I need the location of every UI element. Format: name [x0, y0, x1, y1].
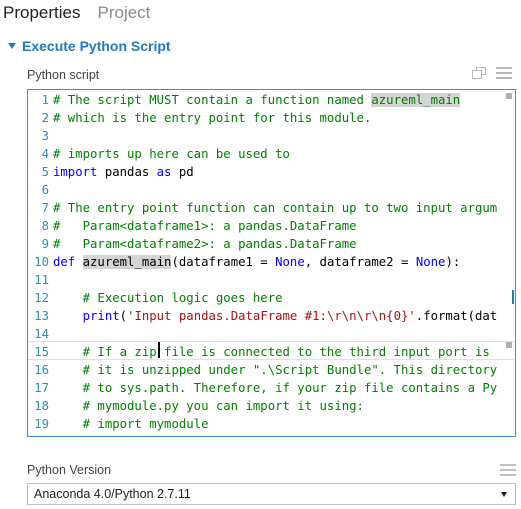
code-token: (dataframe1 = [171, 255, 276, 269]
code-token: None [415, 255, 446, 269]
hamburger-menu-icon[interactable] [500, 464, 516, 476]
code-line: 9 # Param<dataframe2>: a pandas.DataFrame [28, 235, 357, 253]
popout-icon[interactable] [472, 67, 486, 79]
code-token: ): [445, 255, 461, 269]
line-number: 16 [34, 363, 49, 377]
code-token: # it is unzipped under ".\Script Bundle"… [53, 363, 498, 377]
code-token: .format(dat [415, 309, 498, 323]
line-number: 18 [34, 399, 49, 413]
line-number: 14 [34, 327, 49, 341]
line-number: 13 [34, 309, 49, 323]
code-token: # mymodule.py you can import it using: [53, 399, 364, 413]
python-script-label: Python script [27, 68, 100, 82]
code-token: as [156, 165, 172, 179]
code-token: # Execution logic goes here [53, 291, 283, 305]
code-line: 19 # import mymodule [28, 415, 208, 433]
code-line: 14 [28, 325, 53, 343]
code-line: 7 # The entry point function can contain … [28, 199, 498, 217]
section-title: Execute Python Script [22, 38, 171, 54]
code-token: # If a zip file is connected to the thir… [53, 345, 490, 359]
line-number: 9 [41, 237, 49, 251]
code-token: , dataframe2 = [304, 255, 416, 269]
hamburger-menu-icon[interactable] [496, 67, 512, 79]
code-line: 11 [28, 271, 53, 289]
code-line: 10 def azureml_main(dataframe1 = None, da… [28, 253, 460, 271]
line-number: 4 [41, 147, 49, 161]
chevron-down-icon [501, 491, 507, 497]
code-token: 'Input pandas.DataFrame #1:\r\n\r\n{0}' [127, 309, 416, 323]
code-token: pandas [97, 165, 157, 179]
ruler-mark [506, 342, 512, 348]
line-number: 6 [41, 183, 49, 197]
tab-properties[interactable]: Properties [3, 3, 80, 23]
code-line: 18 # mymodule.py you can import it using… [28, 397, 364, 415]
code-token: # to sys.path. Therefore, if your zip fi… [53, 381, 498, 395]
code-token: def [53, 255, 76, 269]
line-number: 19 [34, 417, 49, 431]
code-line: 13 print('Input pandas.DataFrame #1:\r\n… [28, 307, 497, 325]
line-number: 8 [41, 219, 49, 233]
line-number: 7 [41, 201, 49, 215]
code-token: # imports up here can be used to [53, 147, 290, 161]
tab-project[interactable]: Project [97, 3, 150, 23]
code-token: pd [171, 165, 194, 179]
line-number: 11 [34, 273, 49, 287]
overview-ruler[interactable] [503, 90, 515, 436]
line-number: 12 [34, 291, 49, 305]
code-line: 2 # which is the entry point for this mod… [28, 109, 372, 127]
code-token: # Param<dataframe2>: a pandas.DataFrame [53, 237, 357, 251]
python-version-select[interactable]: Anaconda 4.0/Python 2.7.11 [27, 483, 516, 505]
caret-down-icon [8, 43, 16, 49]
code-token: None [275, 255, 305, 269]
code-line: 15 # If a zip file is connected to the t… [28, 343, 490, 361]
code-token: # which is the entry point for this modu… [53, 111, 372, 125]
section-header-execute-python-script[interactable]: Execute Python Script [8, 38, 171, 54]
ruler-cursor-marker [512, 290, 514, 304]
python-version-value: Anaconda 4.0/Python 2.7.11 [34, 487, 191, 501]
code-line: 12 # Execution logic goes here [28, 289, 283, 307]
code-token: azureml_main [371, 93, 461, 107]
code-line: 6 [28, 181, 53, 199]
code-line: 8 # Param<dataframe1>: a pandas.DataFrame [28, 217, 357, 235]
line-number: 3 [41, 129, 49, 143]
line-number: 5 [41, 165, 49, 179]
line-number: 17 [34, 381, 49, 395]
code-token: import [53, 165, 98, 179]
code-token: azureml_main [82, 255, 172, 269]
python-script-editor[interactable]: 1 # The script MUST contain a function na… [27, 89, 516, 437]
code-token: # The entry point function can contain u… [53, 201, 498, 215]
code-line: 16 # it is unzipped under ".\Script Bund… [28, 361, 497, 379]
python-version-label: Python Version [27, 463, 112, 477]
line-number: 1 [41, 93, 49, 107]
code-line: 4 # imports up here can be used to [28, 145, 290, 163]
code-token: ( [119, 309, 128, 323]
line-number: 2 [41, 111, 49, 125]
code-line: 1 # The script MUST contain a function na… [28, 91, 461, 109]
code-line: 17 # to sys.path. Therefore, if your zip… [28, 379, 497, 397]
panel-tabs: Properties Project [0, 0, 164, 26]
code-line: 5 import pandas as pd [28, 163, 194, 181]
line-number: 10 [34, 255, 49, 269]
ruler-mark [506, 93, 512, 99]
code-token: # Param<dataframe1>: a pandas.DataFrame [53, 219, 357, 233]
text-cursor [158, 342, 160, 358]
code-token: print [82, 309, 120, 323]
code-token: # import mymodule [53, 417, 209, 431]
editor-toolbar [472, 67, 512, 79]
line-number: 15 [34, 345, 49, 359]
code-line: 3 [28, 127, 53, 145]
code-token: # The script MUST contain a function nam… [53, 93, 372, 107]
